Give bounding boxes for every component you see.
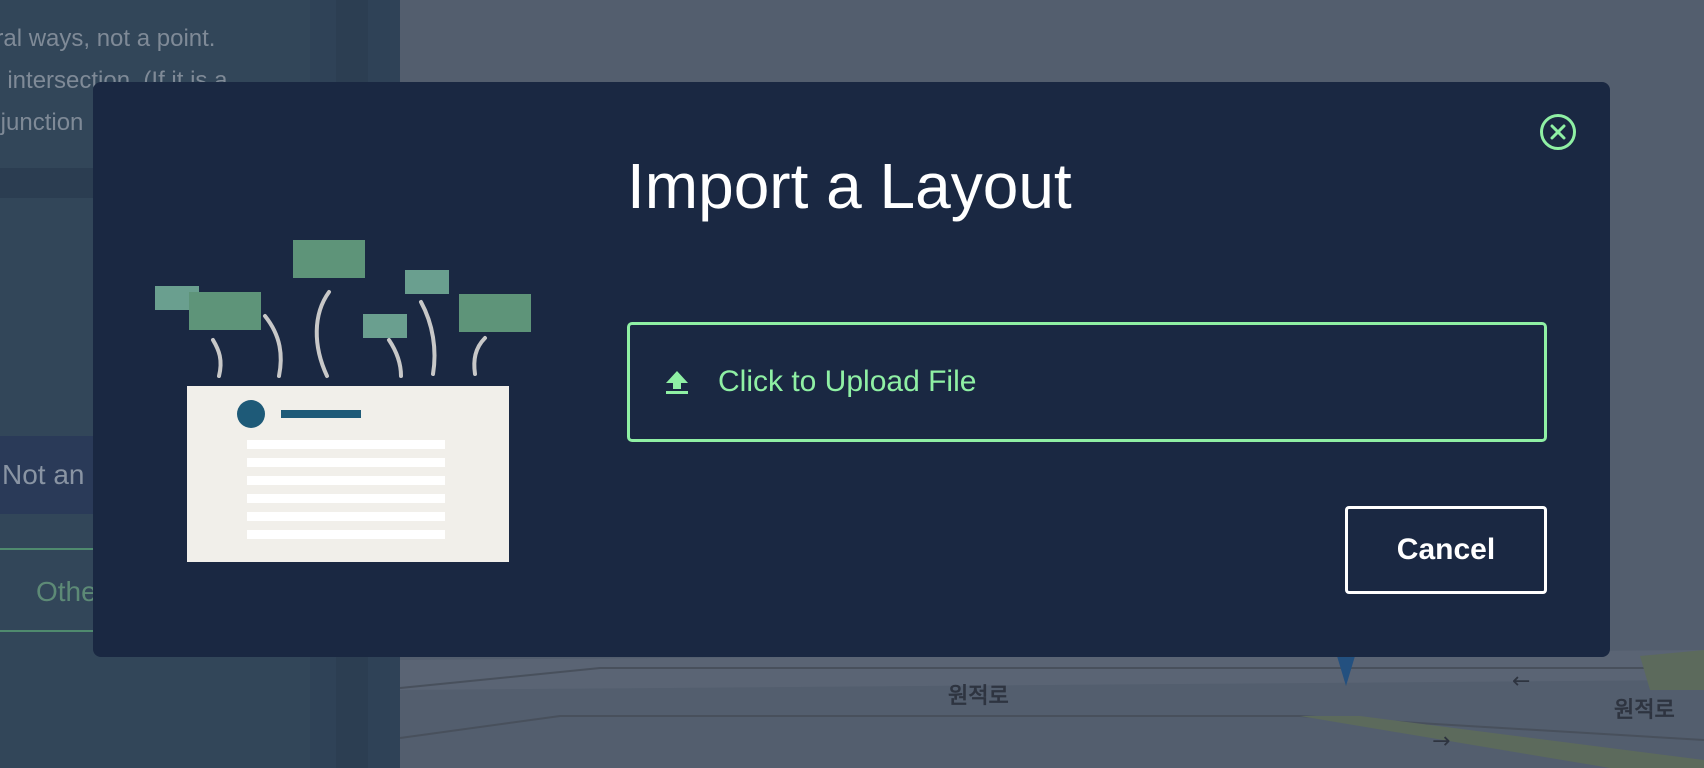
close-button[interactable] — [1540, 114, 1576, 150]
modal-title: Import a Layout — [627, 150, 1072, 222]
layout-illustration — [155, 240, 531, 562]
upload-file-button[interactable]: Click to Upload File — [627, 322, 1547, 442]
close-circle-icon — [1550, 124, 1566, 140]
cancel-button[interactable]: Cancel — [1345, 506, 1547, 594]
svg-text:→: → — [1432, 729, 1450, 754]
svg-text:←: ← — [1512, 669, 1530, 694]
map-road-label: 원적로 — [948, 684, 1009, 709]
upload-file-label: Click to Upload File — [718, 365, 977, 398]
import-layout-modal: Import a Layout Click to Upload File Can… — [93, 82, 1610, 657]
map-road-label: 원적로 — [1614, 698, 1675, 723]
upload-arrow-icon — [664, 369, 690, 395]
background-text-line: eral ways, not a point. — [0, 25, 216, 52]
